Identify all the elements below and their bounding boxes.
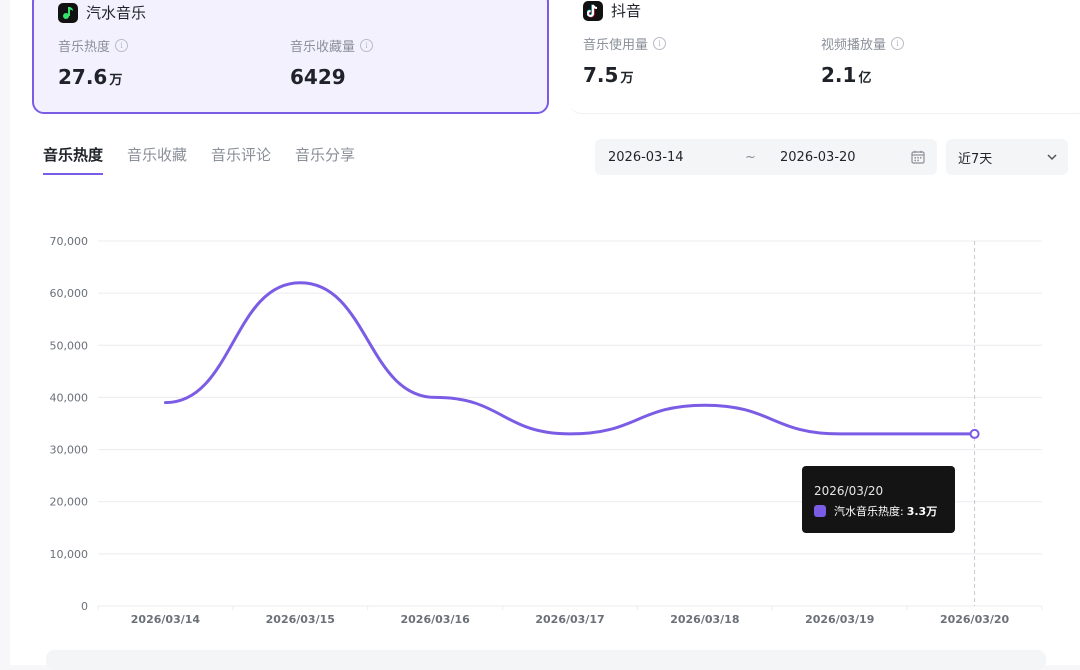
metric-label: 音乐热度 [58, 36, 110, 55]
info-icon[interactable]: i [653, 37, 666, 50]
y-tick-label: 60,000 [50, 287, 89, 300]
info-icon[interactable]: i [360, 39, 373, 52]
tab-music-favorites[interactable]: 音乐收藏 [127, 144, 187, 175]
metric-music-favorites: 音乐收藏量 i 6429 [290, 36, 373, 89]
metric-tabs: 音乐热度 音乐收藏 音乐评论 音乐分享 [43, 144, 379, 175]
info-icon[interactable]: i [115, 39, 128, 52]
range-select[interactable]: 近7天 [946, 139, 1068, 175]
tooltip-swatch [814, 505, 826, 517]
app-card-douyin[interactable]: 抖音 音乐使用量 i 7.5万 视频播放量 i 2.1亿 [569, 0, 1080, 114]
x-tick-label: 2026/03/19 [805, 613, 874, 626]
x-tick-label: 2026/03/15 [266, 613, 335, 626]
metric-unit: 万 [620, 71, 633, 86]
metric-value: 2.1 [821, 63, 856, 87]
y-tick-label: 10,000 [50, 548, 89, 561]
page: 汽水音乐 音乐热度i 27.6万 音乐收藏量i 6429 抖音 音乐使用量i [10, 0, 1080, 665]
range-select-value: 近7天 [958, 148, 992, 167]
x-tick-label: 2026/03/18 [670, 613, 739, 626]
metric-label: 音乐使用量 [583, 34, 648, 53]
date-separator: ~ [745, 150, 756, 165]
metric-unit: 亿 [858, 71, 871, 86]
y-tick-label: 50,000 [50, 339, 89, 352]
qishui-music-icon [58, 3, 78, 23]
app-name: 抖音 [611, 0, 641, 21]
metric-label: 视频播放量 [821, 34, 886, 53]
chart-tooltip: 2026/03/20 汽水音乐热度: 3.3万 [802, 466, 955, 533]
tab-music-comments[interactable]: 音乐评论 [211, 144, 271, 175]
metric-value: 6429 [290, 65, 346, 89]
x-tick-label: 2026/03/20 [940, 613, 1010, 626]
metric-value: 7.5 [583, 63, 618, 87]
tab-music-heat[interactable]: 音乐热度 [43, 144, 103, 175]
y-tick-label: 0 [81, 600, 88, 613]
y-tick-label: 70,000 [50, 235, 89, 248]
highlight-point [971, 430, 979, 438]
tab-music-shares[interactable]: 音乐分享 [295, 144, 355, 175]
tooltip-date: 2026/03/20 [814, 484, 955, 498]
douyin-icon [583, 1, 603, 21]
y-tick-label: 40,000 [50, 391, 89, 404]
bottom-panel [46, 650, 1046, 670]
calendar-icon[interactable] [911, 150, 925, 168]
metric-music-heat: 音乐热度 i 27.6万 [58, 36, 128, 89]
metric-video-plays: 视频播放量 i 2.1亿 [821, 34, 904, 87]
app-card-qishui[interactable]: 汽水音乐 音乐热度 i 27.6万 音乐收藏量 i 6429 [32, 0, 549, 114]
metric-value: 27.6 [58, 65, 107, 89]
x-tick-label: 2026/03/17 [535, 613, 604, 626]
metric-unit: 万 [109, 73, 122, 88]
x-tick-label: 2026/03/16 [401, 613, 471, 626]
x-tick-label: 2026/03/14 [131, 613, 201, 626]
chevron-down-icon [1046, 151, 1058, 167]
date-end[interactable]: 2026-03-20 [780, 150, 856, 165]
series-line [165, 283, 974, 434]
y-tick-label: 20,000 [50, 496, 89, 509]
tooltip-value: 3.3万 [907, 503, 938, 519]
y-tick-label: 30,000 [50, 444, 89, 457]
app-name: 汽水音乐 [86, 2, 146, 23]
date-start[interactable]: 2026-03-14 [608, 150, 684, 165]
date-range-picker[interactable]: 2026-03-14 ~ 2026-03-20 [595, 139, 937, 175]
metric-label: 音乐收藏量 [290, 36, 355, 55]
line-chart: 0 10,000 20,000 30,000 40,000 50,000 60,000 70,… [10, 215, 1080, 635]
tooltip-series: 汽水音乐热度: [834, 503, 904, 519]
info-icon[interactable]: i [891, 37, 904, 50]
metric-music-usage: 音乐使用量 i 7.5万 [583, 34, 666, 87]
